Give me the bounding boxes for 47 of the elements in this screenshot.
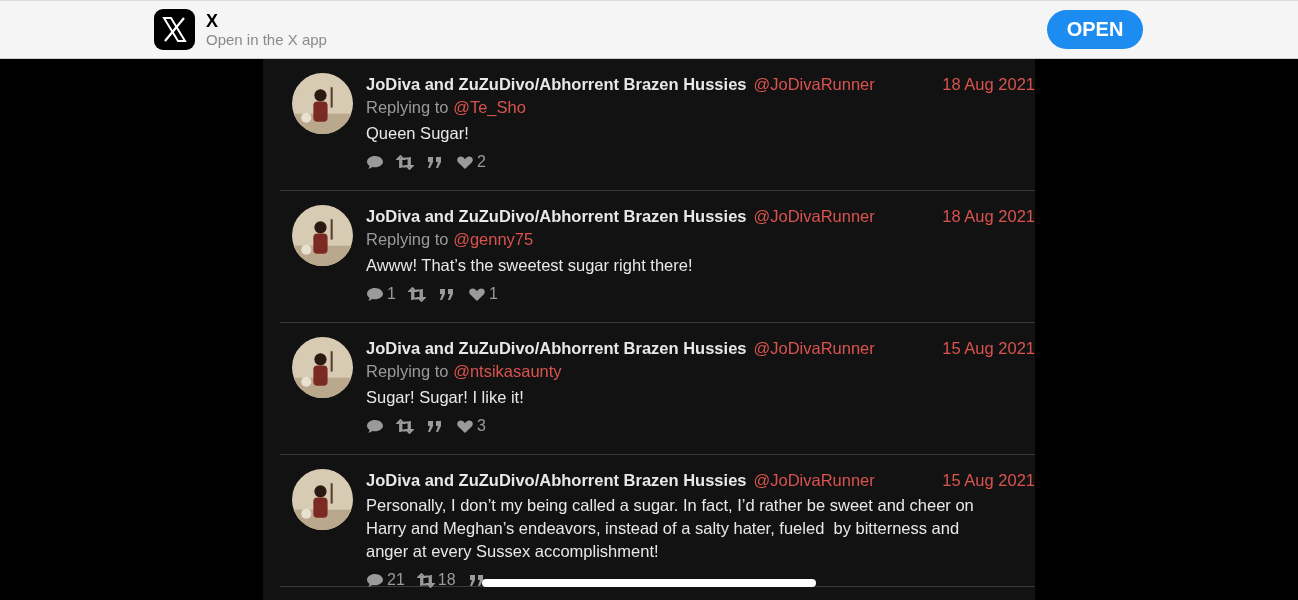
retweet-icon[interactable]	[407, 286, 426, 302]
stat-count: 1	[488, 285, 498, 303]
author-name: JoDiva and ZuZuDivo/Abhorrent Brazen Hussies	[366, 338, 747, 359]
reply-handle-link[interactable]: @genny75	[453, 230, 534, 248]
author-name: JoDiva and ZuZuDivo/Abhorrent Brazen Hussies	[366, 470, 747, 491]
quote-icon[interactable]	[437, 286, 456, 302]
replying-to-label: Replying to	[366, 98, 449, 116]
author-handle[interactable]: @JoDivaRunner	[753, 205, 875, 227]
open-button[interactable]: OPEN	[1047, 10, 1143, 49]
retweet-icon[interactable]	[396, 418, 414, 434]
replying-to-label: Replying to	[366, 362, 449, 380]
author-handle[interactable]: @JoDivaRunner	[753, 73, 875, 95]
speech-bubble-icon[interactable]	[366, 286, 384, 302]
speech-bubble-icon[interactable]	[366, 418, 384, 434]
stat-count: 2	[477, 153, 486, 171]
quote-icon[interactable]	[426, 154, 444, 170]
speech-bubble-icon[interactable]	[366, 572, 384, 588]
stat-count: 18	[437, 571, 456, 589]
author-handle[interactable]: @JoDivaRunner	[753, 469, 875, 491]
tweet-date: 18 Aug 2021	[942, 74, 1035, 95]
speech-bubble-icon[interactable]	[366, 154, 384, 170]
tweet-text: Awww! That’s the sweetest sugar right there!	[366, 255, 694, 276]
tweet-date: 15 Aug 2021	[942, 338, 1035, 359]
author-handle[interactable]: @JoDivaRunner	[753, 337, 875, 359]
retweet-icon[interactable]	[396, 154, 414, 170]
quote-icon[interactable]	[426, 418, 444, 434]
heart-icon[interactable]	[467, 286, 486, 302]
reply-handle-link[interactable]: @Te_Sho	[453, 98, 526, 116]
tweet-text: Personally, I don’t my being called a sugar. In fact, I’d rather be sweet and cheer on Harry and Meghan’s endeavors, instead of a salty hater, fueled by bitterness and anger at every Sussex accomplishment!	[366, 495, 975, 562]
heart-icon[interactable]	[456, 418, 474, 434]
app-subtitle: Open in the X app	[206, 30, 328, 49]
quote-icon[interactable]	[467, 572, 486, 588]
x-logo-icon[interactable]	[154, 9, 195, 50]
heart-icon[interactable]	[456, 154, 474, 170]
tweet-text: Sugar! Sugar! I like it!	[366, 387, 525, 408]
tweet-text: Queen Sugar!	[366, 123, 470, 144]
author-name: JoDiva and ZuZuDivo/Abhorrent Brazen Hussies	[366, 74, 747, 95]
replying-to-label: Replying to	[366, 230, 449, 248]
stat-count: 3	[477, 417, 486, 435]
tweet-date: 18 Aug 2021	[942, 206, 1035, 227]
stat-count: 1	[387, 285, 396, 303]
reply-handle-link[interactable]: @ntsikasaunty	[453, 362, 562, 380]
tweet-date: 15 Aug 2021	[942, 470, 1035, 491]
retweet-icon[interactable]	[416, 572, 435, 588]
author-name: JoDiva and ZuZuDivo/Abhorrent Brazen Hussies	[366, 206, 747, 227]
app-name: X	[206, 10, 219, 31]
stat-count: 21	[387, 571, 405, 589]
